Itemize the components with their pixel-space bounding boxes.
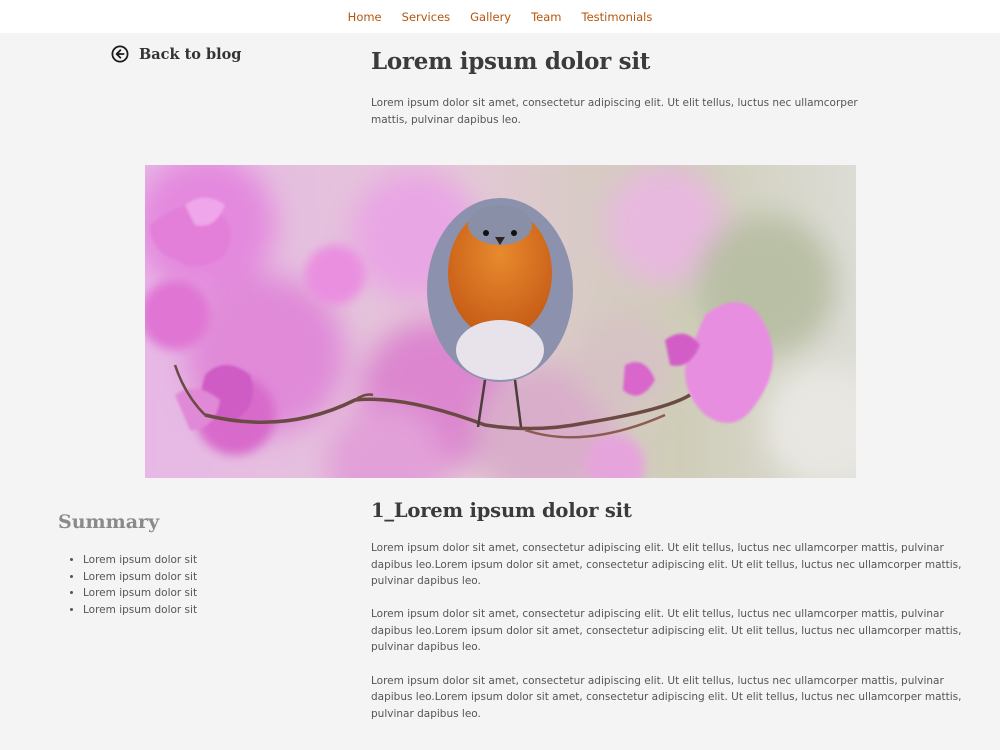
summary-list: Lorem ipsum dolor sit Lorem ipsum dolor … <box>83 552 197 618</box>
section-paragraph: Lorem ipsum dolor sit amet, consectetur … <box>371 608 962 654</box>
summary-list-item[interactable]: Lorem ipsum dolor sit <box>83 569 197 586</box>
page-title: Lorem ipsum dolor sit <box>371 48 651 75</box>
summary-list-item[interactable]: Lorem ipsum dolor sit <box>83 602 197 619</box>
section-title: 1_Lorem ipsum dolor sit <box>371 499 632 522</box>
summary-list-item[interactable]: Lorem ipsum dolor sit <box>83 585 197 602</box>
summary-list-item[interactable]: Lorem ipsum dolor sit <box>83 552 197 569</box>
top-navigation: Home Services Gallery Team Testimonials <box>0 0 1000 33</box>
hero-image <box>145 165 856 478</box>
nav-gallery-link[interactable]: Gallery <box>470 10 511 24</box>
section-body: Lorem ipsum dolor sit amet, consectetur … <box>371 540 963 739</box>
section-paragraph: Lorem ipsum dolor sit amet, consectetur … <box>371 674 962 720</box>
back-to-blog-label: Back to blog <box>139 45 242 63</box>
nav-home-link[interactable]: Home <box>348 10 382 24</box>
section-paragraph: Lorem ipsum dolor sit amet, consectetur … <box>371 542 962 588</box>
nav-team-link[interactable]: Team <box>531 10 561 24</box>
nav-testimonials-link[interactable]: Testimonials <box>582 10 653 24</box>
summary-title: Summary <box>58 511 160 533</box>
back-to-blog-link[interactable]: Back to blog <box>111 45 241 63</box>
post-intro: Lorem ipsum dolor sit amet, consectetur … <box>371 97 858 126</box>
arrow-left-circle-icon <box>111 45 129 63</box>
nav-services-link[interactable]: Services <box>402 10 451 24</box>
